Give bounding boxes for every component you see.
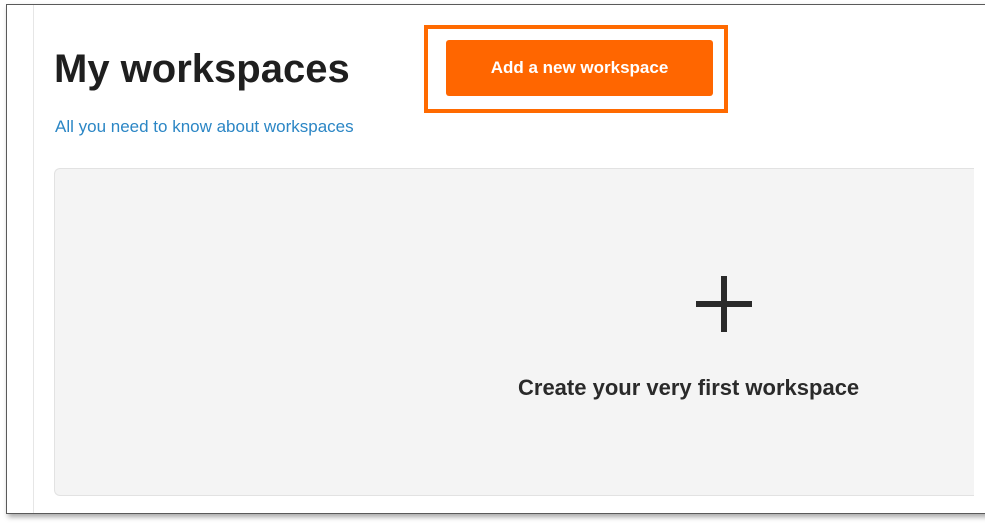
page-title: My workspaces — [54, 47, 350, 91]
workspaces-info-link[interactable]: All you need to know about workspaces — [55, 117, 354, 137]
plus-icon-vertical — [721, 276, 727, 332]
create-workspace-card[interactable] — [54, 168, 974, 496]
left-divider — [33, 5, 34, 513]
add-workspace-button[interactable]: Add a new workspace — [446, 40, 713, 96]
create-workspace-label[interactable]: Create your very first workspace — [518, 375, 938, 401]
plus-icon[interactable] — [696, 276, 752, 332]
